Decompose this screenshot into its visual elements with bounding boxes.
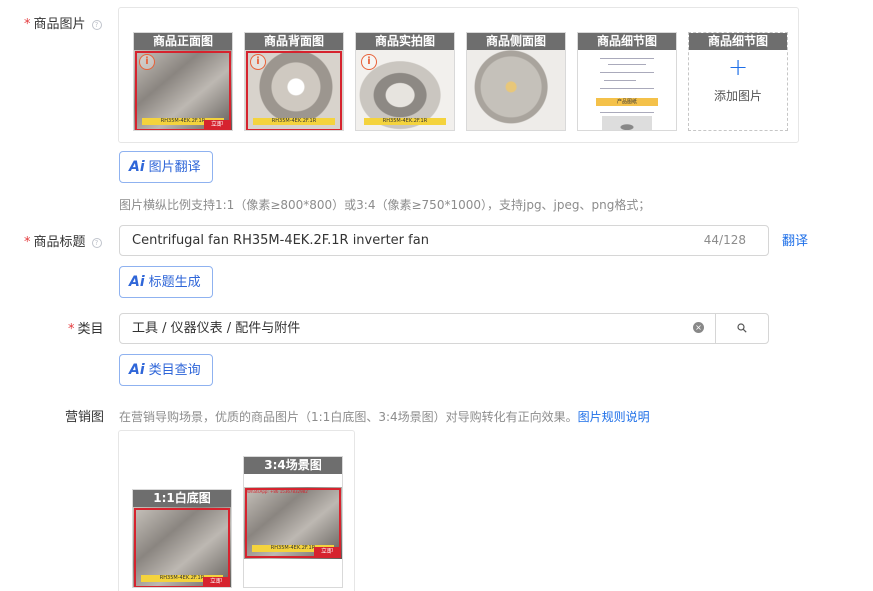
front-image: i RH35M-4EK.2F.1R 立即 <box>134 50 232 130</box>
marketing-hint: 在营销导购场景，优质的商品图片（1:1白底图、3:4场景图）对导购转化有正向效果… <box>119 410 650 424</box>
category-query-button[interactable]: Ai 类目查询 <box>119 354 213 386</box>
slot-title: 3:4场景图 <box>244 457 342 474</box>
white-bg-image-slot[interactable]: 1:1白底图 RH35M-4EK.2F.1R 立即 <box>132 489 232 588</box>
ai-icon: Ai <box>129 274 145 290</box>
marketing-images-panel: 1:1白底图 RH35M-4EK.2F.1R 立即 3:4场景图 WhatsAp… <box>118 430 355 591</box>
title-counter: 44/128 <box>703 233 746 247</box>
ai-icon: Ai <box>129 159 145 175</box>
slot-title: 商品细节图 <box>689 33 787 50</box>
white-bg-image: RH35M-4EK.2F.1R 立即 <box>133 507 231 587</box>
slot-title: 商品实拍图 <box>356 33 454 50</box>
category-select[interactable]: 工具 / 仪器仪表 / 配件与附件 <box>119 313 717 344</box>
image-slot-back[interactable]: 商品背面图 i RH35M-4EK.2F.1R <box>244 32 344 131</box>
required-mark: * <box>24 235 31 250</box>
add-image-label: 添加图片 <box>713 89 762 103</box>
slot-title: 商品背面图 <box>245 33 343 50</box>
image-rules-link[interactable]: 图片规则说明 <box>578 410 650 424</box>
back-image: i RH35M-4EK.2F.1R <box>245 50 343 130</box>
required-mark: * <box>68 322 75 337</box>
help-icon[interactable]: ? <box>91 20 102 30</box>
category-label: * 类目 <box>68 322 104 337</box>
title-generate-button[interactable]: Ai 标题生成 <box>119 266 213 298</box>
ai-icon: Ai <box>129 362 145 378</box>
title-input[interactable]: Centrifugal fan RH35M-4EK.2F.1R inverter… <box>119 225 769 256</box>
scene-image: WhatsApp: +86 15367832982 RH35M-4EK.2F.1… <box>244 487 342 559</box>
side-image <box>467 50 565 130</box>
slot-title: 商品细节图 <box>578 33 676 50</box>
scene-image-slot[interactable]: 3:4场景图 WhatsApp: +86 15367832982 RH35M-4… <box>243 456 343 588</box>
image-slot-detail[interactable]: 商品细节图 产品图纸 <box>577 32 677 131</box>
search-icon <box>737 323 747 333</box>
product-images-panel: 商品正面图 i RH35M-4EK.2F.1R 立即 商品背面图 i RH35M… <box>118 7 799 143</box>
slot-title: 商品正面图 <box>134 33 232 50</box>
image-slot-real[interactable]: 商品实拍图 i RH35M-4EK.2F.1R <box>355 32 455 131</box>
add-icon: + <box>727 53 749 81</box>
clear-icon[interactable]: × <box>693 322 704 333</box>
category-search-button[interactable] <box>715 313 769 344</box>
warning-icon[interactable]: i <box>139 54 155 70</box>
slot-title: 1:1白底图 <box>133 490 231 507</box>
image-translate-button[interactable]: Ai 图片翻译 <box>119 151 213 183</box>
translate-link[interactable]: 翻译 <box>782 230 808 249</box>
title-label: * 商品标题? <box>24 231 102 250</box>
image-slot-front[interactable]: 商品正面图 i RH35M-4EK.2F.1R 立即 <box>133 32 233 131</box>
detail-image: 产品图纸 <box>578 50 676 130</box>
help-icon[interactable]: ? <box>91 238 102 248</box>
product-images-label: * 商品图片? <box>24 13 102 32</box>
image-format-hint: 图片横纵比例支持1:1（像素≥800*800）或3:4（像素≥750*1000）… <box>119 198 651 212</box>
add-image-slot[interactable]: 商品细节图 + 添加图片 <box>688 32 788 131</box>
category-value: 工具 / 仪器仪表 / 配件与附件 <box>132 321 301 336</box>
warning-icon[interactable]: i <box>361 54 377 70</box>
required-mark: * <box>24 17 31 32</box>
title-value: Centrifugal fan RH35M-4EK.2F.1R inverter… <box>132 233 429 248</box>
slot-title: 商品侧面图 <box>467 33 565 50</box>
real-image: i RH35M-4EK.2F.1R <box>356 50 454 130</box>
warning-icon[interactable]: i <box>250 54 266 70</box>
marketing-label: 营销图 <box>65 410 105 425</box>
image-slot-side[interactable]: 商品侧面图 <box>466 32 566 131</box>
